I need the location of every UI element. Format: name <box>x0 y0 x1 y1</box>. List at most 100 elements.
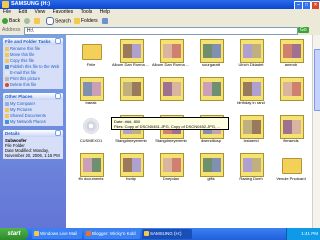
folder-item[interactable]: Raaleg Dueh <box>232 153 270 185</box>
folder-thumbnail-icon <box>200 77 224 101</box>
folder-item[interactable]: fleramds <box>272 115 310 147</box>
title-bar[interactable]: SAMSUNG (H:) – □ × <box>0 0 320 10</box>
menu-file[interactable]: File <box>3 9 11 16</box>
menu-tools[interactable]: Tools <box>81 9 93 16</box>
folder-item[interactable] <box>112 77 150 109</box>
task-label: Print this picture <box>10 76 41 81</box>
folder-item[interactable]: Firlie <box>72 39 110 71</box>
folder-thumbnail-icon <box>120 39 144 63</box>
folder-icon <box>2 1 9 8</box>
folder-thumbnail-icon <box>120 153 144 177</box>
forward-arrow-icon <box>24 17 30 24</box>
collapse-icon[interactable] <box>55 93 61 99</box>
folders-icon <box>74 17 80 24</box>
thumbnail-preview <box>243 44 261 58</box>
up-folder-button[interactable] <box>34 17 41 25</box>
folder-item[interactable]: Dnepdan <box>152 153 190 185</box>
file-view[interactable]: Firlie Album Dan Ronna AsamAlbum Dan Ronn… <box>66 35 312 228</box>
task-pane: File and Folder Tasks Rename this file M… <box>0 35 66 228</box>
email-icon <box>5 70 9 75</box>
globe-icon <box>5 64 9 69</box>
folder-item[interactable]: baeak <box>72 77 110 109</box>
search-button[interactable]: Search <box>46 17 71 25</box>
rename-icon <box>5 46 9 51</box>
folder-item[interactable]: sourgaratt <box>192 39 230 71</box>
window-title: SAMSUNG (H:) <box>11 1 51 7</box>
folder-thumbnail-icon <box>200 39 224 63</box>
file-name: ffn documents <box>78 177 104 181</box>
folder-item[interactable]: Album Dan Ronna Asam Danamia Mearty <box>152 39 190 71</box>
address-input[interactable]: H:\ <box>24 27 298 35</box>
copy-icon <box>5 58 9 63</box>
folder-item[interactable]: Ixstaerid <box>232 115 270 147</box>
folder-item[interactable]: anerob <box>272 39 310 71</box>
thumbnail-preview <box>243 82 261 96</box>
file-name: baeak <box>85 101 97 105</box>
menu-favorites[interactable]: Favorites <box>53 9 74 16</box>
menu-edit[interactable]: Edit <box>18 9 27 16</box>
folder-item[interactable]: Ulrich Dkiadet <box>232 39 270 71</box>
place-label: My Computer <box>10 101 36 106</box>
folder-item[interactable] <box>272 77 310 109</box>
collapse-icon[interactable] <box>55 38 61 44</box>
menu-view[interactable]: View <box>34 9 45 16</box>
cd-icon <box>83 118 99 134</box>
folder-item[interactable]: gifts <box>192 153 230 185</box>
collapse-icon[interactable] <box>55 130 61 136</box>
move-icon <box>5 52 9 57</box>
folder-item[interactable]: footip <box>112 153 150 185</box>
file-item-cd[interactable]: CUSMEXO1 <box>72 115 110 147</box>
folder-thumbnail-icon <box>80 153 104 177</box>
folder-item[interactable]: Album Dan Ronna Asam <box>112 39 150 71</box>
taskbar: start Windows Live Mail Blogger: Wicky'n… <box>0 228 320 240</box>
start-button[interactable]: start <box>0 228 28 240</box>
taskbar-button-blogger[interactable]: Blogger: Wicky'n Kold <box>84 229 140 239</box>
file-name: Dnepdan <box>162 177 180 181</box>
folder-item[interactable]: ffn documents <box>72 153 110 185</box>
folder-thumbnail-icon <box>160 153 184 177</box>
file-name: Ulrich Dkiadet <box>238 63 264 67</box>
file-name: Firlie <box>86 63 96 67</box>
task-label: E-mail this file <box>10 70 37 75</box>
folders-button[interactable]: Folders <box>74 17 98 25</box>
place-network[interactable]: My Network Places <box>5 119 61 125</box>
taskbar-button-samsung[interactable]: SAMSUNG (H:) <box>142 229 192 239</box>
details-header[interactable]: Details <box>3 130 63 137</box>
details-modified: Date Modified: Monday, November 20, 2006… <box>5 148 60 158</box>
details-title: Details <box>5 131 20 136</box>
file-name: Stangdmeyeremb <box>155 139 187 143</box>
folder-item[interactable] <box>152 77 190 109</box>
file-folder-tasks-header[interactable]: File and Folder Tasks <box>3 38 63 45</box>
thumbnail-preview <box>203 44 221 58</box>
printer-icon <box>5 76 9 81</box>
clock[interactable]: 1:41 PM <box>301 231 318 236</box>
thumbnail-preview <box>123 44 141 58</box>
forward-button[interactable] <box>24 17 31 25</box>
thumbnail-preview <box>203 82 221 96</box>
scroll-thumb[interactable] <box>314 49 320 111</box>
views-button[interactable] <box>102 17 109 25</box>
other-places-header[interactable]: Other Places <box>3 93 63 100</box>
folder-item[interactable]: Venule Pnotcard <box>272 153 310 185</box>
folder-item[interactable] <box>192 77 230 109</box>
taskbar-button-mail[interactable]: Windows Live Mail <box>32 229 82 239</box>
task-delete[interactable]: Delete this file <box>5 82 61 88</box>
search-label: Search <box>55 18 71 25</box>
thumbnail-preview <box>283 44 301 58</box>
task-label: Copy this file <box>10 58 34 63</box>
go-button[interactable]: Go <box>298 27 309 33</box>
other-places-title: Other Places <box>5 94 33 99</box>
place-label: My Pictures <box>10 107 32 112</box>
views-icon <box>102 17 108 24</box>
browser-icon <box>86 231 91 236</box>
back-button[interactable]: Back <box>2 17 20 25</box>
folder-icon <box>144 231 149 236</box>
folder-item[interactable]: birthday in rand <box>232 77 270 109</box>
menu-help[interactable]: Help <box>100 9 110 16</box>
thumbnail-preview <box>123 82 141 96</box>
file-folder-tasks-panel: File and Folder Tasks Rename this file M… <box>3 38 63 89</box>
vertical-scrollbar[interactable] <box>312 35 320 228</box>
file-name: Album Dan Ronna Asam <box>112 63 150 67</box>
back-label: Back <box>9 18 21 24</box>
mail-icon <box>34 231 39 236</box>
